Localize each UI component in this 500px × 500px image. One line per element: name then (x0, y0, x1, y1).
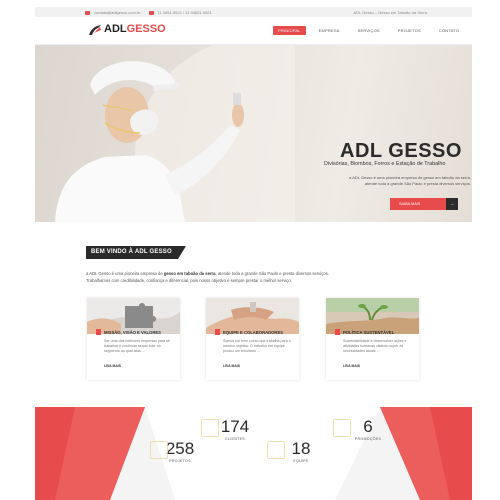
nav-item-contato[interactable]: CONTATO (434, 26, 464, 35)
hero-subtitle: Divisórias, Biombos, Forros e Estação de… (324, 161, 446, 167)
stat-label: EQUIPE (293, 459, 309, 463)
logo[interactable]: ADLGESSO (88, 23, 166, 35)
welcome-line2: Trabalhamos com credibilidade, confiança… (86, 278, 292, 283)
stat-box-icon (201, 419, 219, 437)
arrow-right-icon: → (446, 198, 458, 210)
email-text[interactable]: contato@adlgesso.com.br (94, 10, 141, 15)
leia-mais-link[interactable]: LEIA MAIS (343, 364, 360, 368)
nav-item-principal[interactable]: PRINCIPAL (273, 26, 306, 35)
hero-description: a ADL Gesso é uma pioneira empresa de ge… (321, 175, 471, 187)
leia-mais-link[interactable]: LEIA MAIS (104, 364, 121, 368)
card-text: Somos um time coeso que trabalha para o … (223, 339, 291, 353)
hero-title: ADL GESSO (340, 140, 462, 162)
nav-item-empresa[interactable]: EMPRESA (314, 26, 345, 35)
stat-box-icon (333, 419, 351, 437)
stats-section: 258 PROJETOS 174 CLIENTES 18 EQUIPE 6 PR… (35, 407, 472, 500)
page: contato@adlgesso.com.br 11 2651-9521 / 1… (0, 0, 500, 500)
main-nav: PRINCIPAL EMPRESA SERVIÇOS PROJETOS CONT… (273, 26, 464, 35)
saiba-mais-button[interactable]: SAIBA MAIS → (390, 198, 458, 210)
card-text: Ser uma das melhores empresas para se tr… (104, 339, 170, 353)
card-accent-icon (96, 329, 101, 335)
welcome-line1: a ADL Gesso é uma pioneira empresa de ge… (86, 270, 426, 277)
stat-box-icon (267, 441, 285, 459)
card-title: EQUIPE E COLABORADORES (223, 330, 284, 335)
site-header: ADLGESSO PRINCIPAL EMPRESA SERVIÇOS PROJ… (35, 17, 472, 45)
stat-label: PROMOÇÕES (354, 437, 382, 441)
card-accent-icon (335, 329, 340, 335)
card-title: POLÍTICA SUSTENTÁVEL (343, 330, 395, 335)
stat-number: 6 (363, 417, 373, 436)
welcome-line1-bold: gesso em taboão da serra (163, 271, 216, 276)
phone-text: 11 2651-9521 / 11 94651-9521 (157, 10, 212, 15)
stat-label: PROJETOS (169, 459, 191, 463)
leia-mais-link[interactable]: LEIA MAIS (223, 364, 240, 368)
logo-text-accent: GESSO (126, 23, 166, 35)
email-icon (85, 10, 90, 15)
hero-worker-image (55, 45, 295, 222)
saiba-mais-label: SAIBA MAIS (399, 202, 421, 206)
logo-mark-icon (88, 23, 102, 35)
top-tagline: ADL Gesso – Gesso em Taboão da Serra (353, 10, 427, 15)
logo-text: ADLGESSO (104, 23, 166, 35)
top-bar: contato@adlgesso.com.br 11 2651-9521 / 1… (35, 7, 472, 17)
welcome-heading-tag: BEM VINDO À ADL GESSO (86, 246, 186, 259)
hero-banner: ADL GESSO Divisórias, Biombos, Forros e … (35, 45, 472, 222)
stat-projetos: 258 PROJETOS (150, 439, 208, 463)
welcome-heading: BEM VINDO À ADL GESSO (91, 249, 172, 255)
welcome-line1-a: a ADL Gesso é uma pioneira empresa de (86, 271, 164, 276)
card-title: MISSÃO, VISÃO E VALORES (104, 330, 161, 335)
nav-item-projetos[interactable]: PROJETOS (393, 26, 426, 35)
stat-box-icon (150, 441, 168, 459)
stat-promocoes: 6 PROMOÇÕES (333, 417, 391, 441)
card-text: Sustentabilidade é desenvolver ações e a… (343, 339, 407, 353)
card-equipe: EQUIPE E COLABORADORES Somos um time coe… (206, 298, 299, 380)
card-missao: MISSÃO, VISÃO E VALORES Ser uma das melh… (87, 298, 180, 380)
stat-clientes: 174 CLIENTES (201, 417, 265, 441)
contact-info: contato@adlgesso.com.br 11 2651-9521 / 1… (85, 10, 212, 15)
card-accent-icon (215, 329, 220, 335)
stat-equipe: 18 EQUIPE (267, 439, 327, 463)
stat-label: CLIENTES (225, 437, 245, 441)
logo-text-primary: ADL (104, 23, 127, 35)
welcome-text: a ADL Gesso é uma pioneira empresa de ge… (86, 270, 426, 284)
nav-item-servicos[interactable]: SERVIÇOS (353, 26, 385, 35)
welcome-line1-c: , atende toda a grande São Paulo e prest… (215, 271, 329, 276)
phone-icon (148, 10, 154, 15)
hero-text-line2: atende toda a grande São Paulo e presta … (364, 181, 471, 186)
card-politica: POLÍTICA SUSTENTÁVEL Sustentabilidade é … (326, 298, 419, 380)
